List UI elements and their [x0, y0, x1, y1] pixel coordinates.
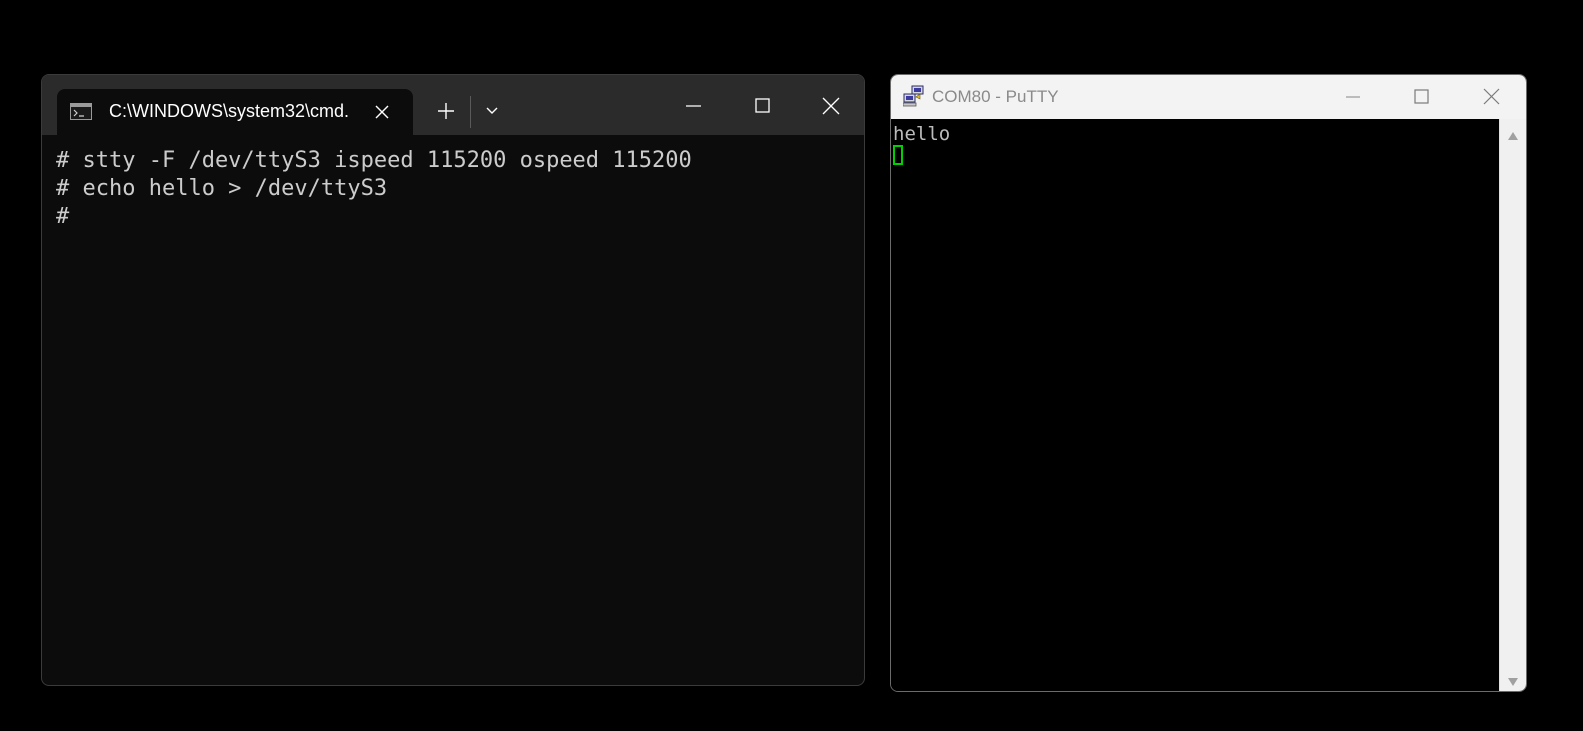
terminal-window: C:\WINDOWS\system32\cmd. # stty -F /dev/… — [41, 74, 865, 686]
putty-output-line: hello — [893, 123, 951, 145]
terminal-line: # echo hello > /dev/ttyS3 — [56, 176, 388, 201]
terminal-line: # — [56, 204, 70, 229]
new-tab-plus-icon[interactable] — [434, 99, 458, 123]
terminal-cursor — [893, 145, 903, 165]
tab-close-icon[interactable] — [373, 103, 391, 121]
cmd-prompt-icon — [70, 103, 92, 120]
minimize-button[interactable] — [1340, 85, 1366, 109]
putty-titlebar[interactable]: COM80 - PuTTY — [891, 75, 1526, 119]
chevron-down-icon[interactable] — [482, 101, 502, 121]
putty-computers-icon — [902, 85, 927, 107]
terminal-output[interactable]: # stty -F /dev/ttyS3 ispeed 115200 ospee… — [56, 147, 854, 675]
vertical-scrollbar[interactable] — [1499, 119, 1526, 691]
maximize-button[interactable] — [1408, 85, 1434, 109]
tab-title: C:\WINDOWS\system32\cmd. — [109, 101, 350, 121]
minimize-button[interactable] — [679, 93, 709, 119]
putty-window: COM80 - PuTTY hello — [890, 74, 1527, 692]
maximize-button[interactable] — [747, 93, 777, 119]
putty-terminal[interactable]: hello — [891, 119, 1499, 691]
close-button[interactable] — [1478, 85, 1504, 109]
terminal-tab[interactable]: C:\WINDOWS\system32\cmd. — [57, 89, 413, 135]
scroll-down-arrow-icon[interactable] — [1506, 673, 1520, 686]
close-button[interactable] — [815, 93, 845, 119]
tab-divider — [470, 96, 471, 128]
terminal-titlebar[interactable]: C:\WINDOWS\system32\cmd. — [42, 75, 864, 135]
scroll-up-arrow-icon[interactable] — [1506, 127, 1520, 140]
terminal-line: # stty -F /dev/ttyS3 ispeed 115200 ospee… — [56, 148, 692, 173]
window-title: COM80 - PuTTY — [932, 87, 1059, 106]
